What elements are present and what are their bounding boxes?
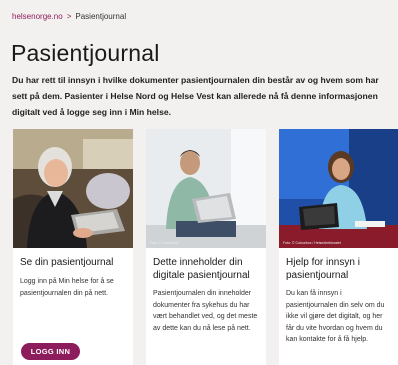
- card-title: Hjelp for innsyn i pasientjournal: [286, 257, 360, 281]
- card-body: Du kan få innsyn i pasientjournalen din …: [286, 290, 385, 344]
- card-title: Dette inneholder din digitale pasientjou…: [153, 257, 250, 281]
- breadcrumb-current: Pasientjournal: [75, 12, 127, 21]
- card-photo-woman-laptop: Foto: © Colourbox / Helsedirektoratet: [279, 129, 398, 248]
- card-photo-elderly-woman: [13, 129, 133, 248]
- card-hjelp-innsyn[interactable]: Foto: © Colourbox / Helsedirektoratet Hj…: [279, 129, 398, 365]
- page: helsenorge.no > Pasientjournal Pasientjour…: [0, 0, 398, 365]
- card-se-pasientjournal[interactable]: Se din pasientjournal Logg inn på Min he…: [13, 129, 133, 365]
- card-photo-man-laptop: Foto: © Colourbox: [146, 129, 266, 248]
- card-body: Logg inn på Min helse for å se pasientjo…: [20, 278, 114, 297]
- breadcrumb: helsenorge.no > Pasientjournal: [12, 12, 126, 21]
- card-title: Se din pasientjournal: [20, 257, 114, 268]
- page-title: Pasientjournal: [11, 40, 160, 66]
- breadcrumb-separator: >: [66, 12, 72, 21]
- card-innhold-pasientjournal[interactable]: Foto: © Colourbox Dette inneholder din d…: [146, 129, 266, 365]
- photo-credit: Foto: © Colourbox: [150, 241, 179, 245]
- woman-laptop-image: [279, 129, 398, 248]
- card-body: Pasientjournalen din inneholder dokument…: [153, 290, 258, 332]
- logg-inn-button[interactable]: LOGG INN: [21, 343, 80, 360]
- man-laptop-image: [146, 129, 266, 248]
- breadcrumb-home-link[interactable]: helsenorge.no: [12, 12, 63, 21]
- photo-credit: Foto: © Colourbox / Helsedirektoratet: [283, 241, 341, 245]
- elderly-woman-laptop-image: [13, 129, 133, 248]
- page-intro: Du har rett til innsyn i hvilke dokument…: [12, 75, 379, 117]
